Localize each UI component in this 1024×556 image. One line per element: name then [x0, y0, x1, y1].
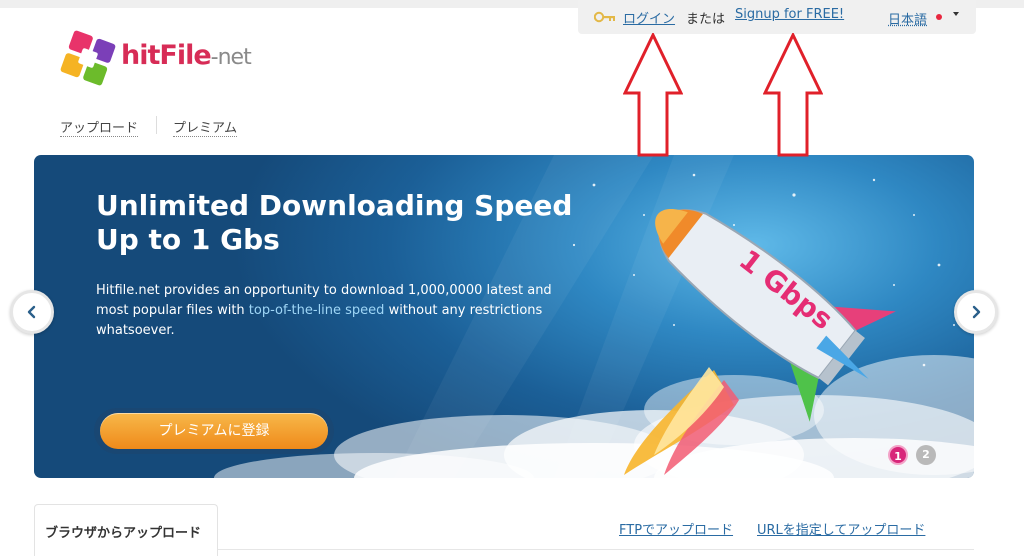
- carousel-dot-2[interactable]: 2: [916, 445, 936, 465]
- register-premium-button[interactable]: プレミアムに登録: [100, 413, 328, 449]
- logo-text-file: File: [159, 40, 211, 71]
- logo-text-net: net: [217, 45, 252, 70]
- nav-premium-link[interactable]: プレミアム: [173, 117, 238, 137]
- tab-browser-upload[interactable]: ブラウザからアップロード: [34, 504, 218, 556]
- annotation-arrow-up-icon: [763, 33, 823, 157]
- banner-title-line2: Up to 1 Gbs: [96, 223, 280, 256]
- carousel-next-button[interactable]: [954, 290, 998, 334]
- logo-wordmark[interactable]: hitFile-net: [121, 40, 252, 71]
- carousel-prev-button[interactable]: [10, 290, 54, 334]
- nav-divider: [156, 116, 157, 134]
- or-text: または: [686, 12, 726, 27]
- key-icon: [594, 11, 615, 23]
- nav-upload-link[interactable]: アップロード: [60, 117, 139, 137]
- page: ログイン または Signup for FREE! 日本語 hitFile-ne…: [0, 0, 1024, 556]
- chevron-left-icon: [27, 305, 36, 319]
- logo-text-dot: -: [210, 45, 219, 70]
- carousel-dot-1[interactable]: 1: [888, 445, 908, 465]
- login-link[interactable]: ログイン: [623, 8, 675, 27]
- banner-description: Hitfile.net provides an opportunity to d…: [96, 281, 566, 341]
- logo-text-hit: hit: [121, 40, 160, 71]
- chevron-right-icon: [972, 305, 981, 319]
- language-selector[interactable]: 日本語: [888, 9, 927, 28]
- banner-desc-highlight: top-of-the-line speed: [248, 303, 385, 318]
- logo-icon[interactable]: [56, 26, 120, 90]
- tab-browser-upload-label: ブラウザからアップロード: [45, 526, 202, 541]
- tab-url-upload[interactable]: URLを指定してアップロード: [757, 519, 925, 538]
- caret-down-icon[interactable]: [953, 12, 959, 16]
- promo-banner: 1 Gbps Unlimited Downloading Speed Up to…: [34, 155, 974, 478]
- banner-title-line1: Unlimited Downloading Speed: [96, 189, 573, 222]
- annotation-arrow-up-icon: [623, 33, 683, 157]
- tab-divider: [218, 549, 974, 550]
- banner-title: Unlimited Downloading Speed Up to 1 Gbs: [96, 189, 576, 257]
- tab-ftp-upload[interactable]: FTPでアップロード: [619, 519, 733, 538]
- japan-flag-icon[interactable]: [936, 14, 942, 20]
- signup-link[interactable]: Signup for FREE!: [735, 7, 844, 22]
